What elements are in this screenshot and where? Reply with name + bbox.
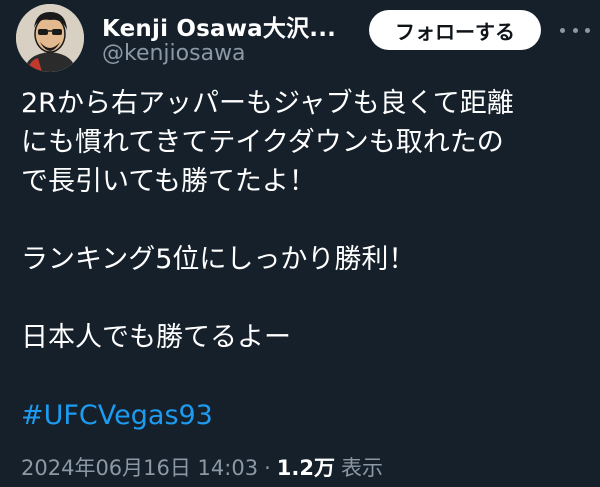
user-handle[interactable]: @kenjiosawa (102, 41, 246, 66)
tweet-text: 2Rから右アッパーもジャブも良くて距離 にも慣れてきてテイクダウンも取れたの で… (21, 84, 591, 435)
hashtag-link[interactable]: #UFCVegas93 (21, 396, 591, 435)
display-name[interactable]: Kenji Osawa大沢... (102, 9, 336, 43)
views-count: 1.2万 (276, 456, 335, 480)
avatar[interactable] (16, 4, 84, 72)
tweet-line: 日本人でも勝てるよー (21, 322, 291, 353)
tweet-line: にも慣れてきてテイクダウンも取れたの (21, 127, 504, 158)
avatar-illustration (16, 4, 84, 72)
tweet-meta: 2024年06月16日 14:03 · 1.2万 表示 (21, 452, 383, 482)
views-label: 表示 (340, 456, 383, 480)
tweet-line: ランキング5位にしっかり勝利！ (21, 244, 416, 275)
tweet-line: で長引いても勝てたよ！ (21, 166, 316, 197)
tweet-line: 2Rから右アッパーもジャブも良くて距離 (21, 88, 514, 119)
follow-button[interactable]: フォローする (369, 10, 541, 50)
timestamp[interactable]: 2024年06月16日 14:03 (21, 452, 258, 482)
more-dot (585, 27, 590, 33)
more-dot (560, 27, 565, 33)
more-horizontal-icon[interactable] (560, 18, 590, 42)
more-dot (572, 27, 578, 33)
meta-separator: · (264, 456, 271, 480)
tweet-header: Kenji Osawa大沢... @kenjiosawa フォローする (0, 0, 600, 80)
